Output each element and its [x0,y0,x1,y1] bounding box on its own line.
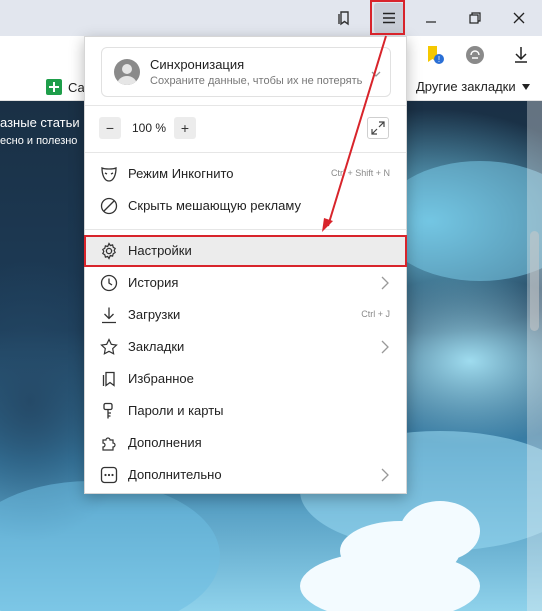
background-wave [0,481,220,611]
menu-item-incognito[interactable]: Режим Инкогнито Ctrl + Shift + N [85,158,406,190]
svg-text:!: ! [438,55,440,64]
download-icon [99,305,119,325]
extension-button[interactable] [464,44,486,66]
menu-item-label: Дополнения [128,435,202,450]
page-subheading-fragment: есно и полезно [0,135,78,147]
menu-item-downloads[interactable]: Загрузки Ctrl + J [85,299,406,331]
other-bookmarks-label: Другие закладки [416,79,516,94]
annotation-highlight-menu-button [370,0,405,35]
avatar [114,59,140,85]
downloads-toolbar-button[interactable] [510,44,532,66]
menu-item-label: Пароли и карты [128,403,224,418]
menu-divider [85,152,406,153]
caret-down-icon [521,83,530,90]
menu-item-shortcut: Ctrl + Shift + N [330,168,390,178]
incognito-mask-icon [99,164,119,184]
close-icon [513,12,525,24]
menu-item-label: Скрыть мешающую рекламу [128,198,301,213]
zoom-level: 100 % [131,121,167,135]
scrollbar-thumb[interactable] [530,231,539,331]
sync-card[interactable]: Синхронизация Сохраните данные, чтобы их… [101,47,391,97]
download-icon [515,47,527,63]
clock-icon [99,273,119,293]
restore-button[interactable] [460,3,490,33]
block-ads-icon [99,196,119,216]
menu-item-label: Дополнительно [128,467,222,482]
zoom-out-button[interactable]: − [99,117,121,139]
minimize-icon [426,21,436,23]
bookmarks-panel-button[interactable] [329,3,359,33]
restore-icon [469,12,481,24]
browser-titlebar [0,0,542,36]
page-heading-fragment[interactable]: азные статьи [0,115,80,130]
menu-divider [85,229,406,230]
menu-item-extensions[interactable]: Дополнения [85,427,406,459]
menu-item-bookmarks[interactable]: Закладки [85,331,406,363]
star-icon [99,337,119,357]
bookmarks-icon [338,11,349,26]
chevron-right-icon [381,340,389,354]
fullscreen-icon [371,121,385,135]
zoom-in-button[interactable]: + [174,117,196,139]
menu-item-passwords[interactable]: Пароли и карты [85,395,406,427]
collections-icon [99,369,119,389]
bookmark-badge-icon: ! [428,46,444,64]
yandex-collections-button[interactable]: ! [424,44,446,66]
menu-item-label: Режим Инкогнито [128,166,234,181]
menu-item-label: Избранное [128,371,194,386]
menu-item-label: История [128,275,179,290]
close-window-button[interactable] [504,3,534,33]
chevron-right-icon [381,276,389,290]
more-dots-icon [99,465,119,485]
fullscreen-button[interactable] [367,117,389,139]
sync-subtitle: Сохраните данные, чтобы их не потерять [150,75,363,87]
extension-icon [466,46,484,64]
menu-item-shortcut: Ctrl + J [361,309,390,319]
menu-item-collections[interactable]: Избранное [85,363,406,395]
menu-item-label: Загрузки [128,307,181,322]
menu-item-more[interactable]: Дополнительно [85,459,406,491]
other-bookmarks[interactable]: Другие закладки [416,79,530,94]
chevron-down-icon [371,71,381,77]
annotation-highlight-settings [84,235,407,267]
menu-item-label: Закладки [128,339,185,354]
chevron-right-icon [381,468,389,482]
sites-plus-icon [46,79,62,95]
menu-item-history[interactable]: История [85,267,406,299]
puzzle-icon [99,433,119,453]
user-avatar-icon [117,64,137,85]
menu-divider [85,105,406,106]
key-icon [99,401,119,421]
menu-item-block-ads[interactable]: Скрыть мешающую рекламу [85,190,406,222]
sync-title: Синхронизация [150,57,245,72]
page-scrollbar[interactable] [527,101,542,611]
minimize-button[interactable] [416,3,446,33]
